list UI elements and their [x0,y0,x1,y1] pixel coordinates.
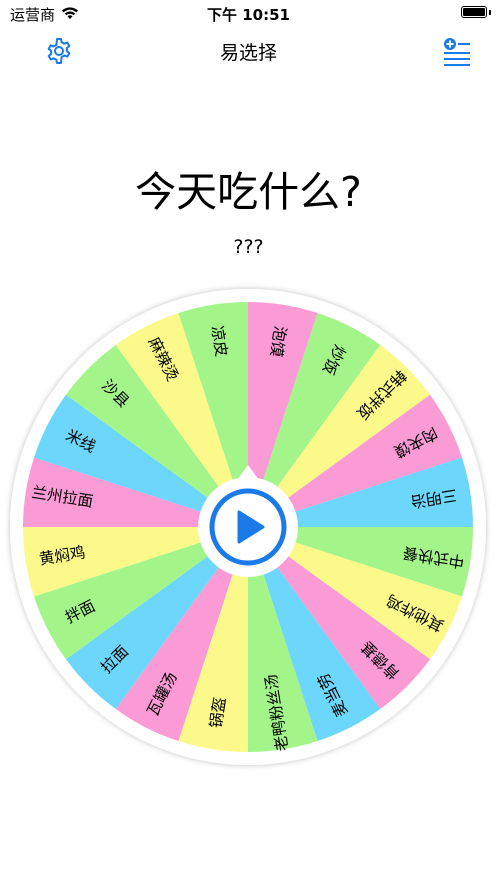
spin-wheel[interactable]: 泡馍炒饭韩式拌饭肉夹馍三明治中式快餐其他炸鸡肯德基麦当劳老鸭粉丝汤锅盔瓦罐汤拉面… [0,0,497,883]
wheel-area: 泡馍 炒饭 韩式拌饭 肉夹馍 三明治 中式快餐 其他炸鸡 肯德基 麦当劳 老鸭粉丝汤 锅盔 瓦罐汤 拉面… [0,0,497,883]
spin-button[interactable] [198,477,298,577]
